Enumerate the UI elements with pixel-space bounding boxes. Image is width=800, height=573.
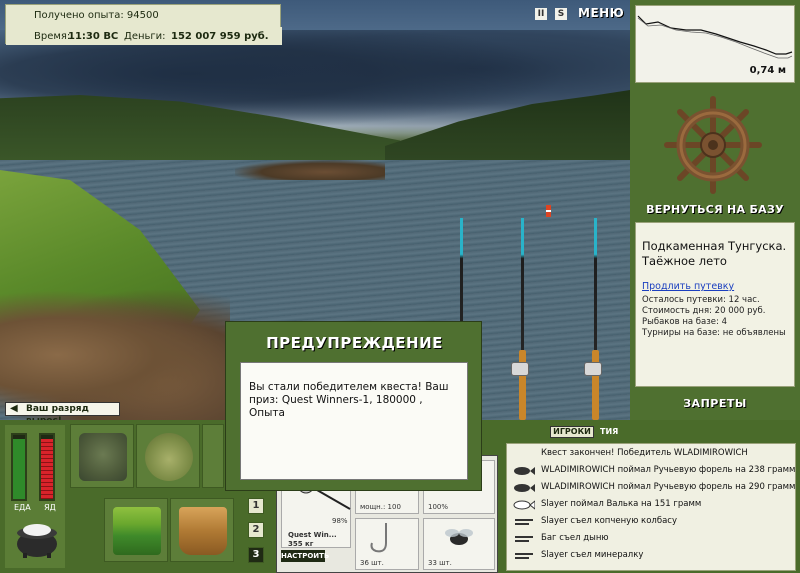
inventory-slot-sack[interactable] bbox=[136, 424, 200, 488]
shore-rocks bbox=[0, 290, 230, 420]
fly-bait-icon bbox=[445, 529, 473, 545]
sound-button[interactable]: S bbox=[555, 8, 567, 20]
menu-button[interactable]: МЕНЮ bbox=[578, 6, 624, 20]
food-label: ЕДА bbox=[14, 503, 31, 512]
rod-handle-3 bbox=[592, 350, 599, 420]
status-meters: ЕДА ЯД bbox=[5, 425, 65, 568]
inventory-slot-bag[interactable] bbox=[70, 424, 134, 488]
log-entry: Slayer поймал Валька на 151 грамм bbox=[507, 497, 797, 513]
bans-button[interactable]: ЗАПРЕТЫ bbox=[630, 397, 800, 410]
depth-value: 0,74 м bbox=[749, 65, 786, 76]
eat-icon bbox=[515, 519, 533, 525]
rod-handle-2 bbox=[519, 350, 526, 420]
bait-slot[interactable]: 33 шт. bbox=[423, 518, 495, 570]
log-entry: WLADIMIROWICH поймал Ручьевую форель на … bbox=[507, 463, 797, 479]
dialog-title: ПРЕДУПРЕЖДЕНИЕ bbox=[266, 334, 443, 352]
log-text: Slayer съел минералку bbox=[541, 550, 644, 560]
status-hud: Получено опыта: 94500 Время: 11:30 ВС Де… bbox=[5, 4, 282, 45]
inventory-slot-bucket[interactable] bbox=[170, 498, 234, 562]
inventory-slot-partial[interactable] bbox=[202, 424, 224, 488]
tab-events[interactable]: ТИЯ bbox=[600, 426, 618, 438]
return-to-base-button[interactable]: ВЕРНУТЬСЯ НА БАЗУ bbox=[630, 203, 800, 216]
log-entry: Slayer съел копченую колбасу bbox=[507, 514, 797, 530]
poison-label: ЯД bbox=[44, 503, 56, 512]
inventory-page-2[interactable]: 2 bbox=[248, 522, 264, 538]
rod-percent: 98% bbox=[332, 517, 348, 525]
log-text: WLADIMIROWICH поймал Ручьевую форель на … bbox=[541, 465, 796, 475]
fishers-count: Рыбаков на базе: 4 bbox=[642, 317, 727, 327]
sack-icon bbox=[145, 433, 193, 481]
wooden-bucket-icon bbox=[179, 507, 227, 555]
reel-2 bbox=[511, 362, 529, 376]
hook-icon bbox=[370, 523, 387, 553]
tab-players[interactable]: ИГРОКИ bbox=[550, 426, 594, 438]
log-text: Slayer поймал Валька на 151 грамм bbox=[541, 499, 702, 509]
setup-tackle-button[interactable]: НАСТРОИТЬ bbox=[281, 550, 329, 562]
tackle-bag-icon bbox=[79, 433, 127, 481]
hook-slot[interactable]: 36 шт. bbox=[355, 518, 419, 570]
reel-3 bbox=[584, 362, 602, 376]
depth-chart: 0,74 м bbox=[635, 5, 795, 83]
time-value: 11:30 ВС bbox=[68, 31, 119, 42]
eat-icon bbox=[515, 536, 533, 542]
bait-count: 33 шт. bbox=[428, 559, 452, 567]
eat-icon bbox=[515, 553, 533, 559]
log-entry: Квест закончен! Победитель WLADIMIROWICH bbox=[507, 446, 797, 462]
inventory-page-1[interactable]: 1 bbox=[248, 498, 264, 514]
log-text: Квест закончен! Победитель WLADIMIROWICH bbox=[541, 448, 748, 458]
rod-weight: 355 кг bbox=[288, 540, 314, 548]
fishing-float bbox=[546, 205, 551, 217]
power-label: мощн.: 100 bbox=[360, 503, 401, 511]
log-text: WLADIMIROWICH поймал Ручьевую форель на … bbox=[541, 482, 796, 492]
fish-icon bbox=[514, 484, 535, 492]
vegetable-basket-icon bbox=[113, 507, 161, 555]
log-entry: Slayer съел минералку bbox=[507, 548, 797, 564]
log-text: Slayer съел копченую колбасу bbox=[541, 516, 677, 526]
money-label: Деньги: bbox=[124, 31, 166, 42]
inventory-page-3[interactable]: 3 bbox=[248, 547, 264, 563]
power-percent: 100% bbox=[428, 503, 449, 511]
rank-notification[interactable]: ◀ Ваш разряд вырос! bbox=[5, 402, 120, 426]
rod-name: Quest Win... bbox=[288, 531, 337, 539]
dialog-message: Вы стали победителем квеста! Ваш приз: Q… bbox=[240, 362, 468, 480]
tournaments-status: Турниры на базе: не объявлены bbox=[642, 328, 786, 338]
log-entry: WLADIMIROWICH поймал Ручьевую форель на … bbox=[507, 480, 797, 496]
rank-up-icon: ◀ bbox=[10, 403, 18, 414]
day-cost: Стоимость дня: 20 000 руб. bbox=[642, 306, 766, 316]
ship-wheel-icon[interactable] bbox=[663, 95, 763, 195]
poison-meter bbox=[39, 433, 55, 501]
time-label: Время: bbox=[34, 31, 71, 42]
log-text: Баг съел дыню bbox=[541, 533, 609, 543]
rocky-island bbox=[235, 160, 385, 180]
experience-text: Получено опыта: 94500 bbox=[34, 10, 159, 21]
event-log: Квест закончен! Победитель WLADIMIROWICH… bbox=[506, 443, 796, 571]
pause-button[interactable]: II bbox=[535, 8, 547, 20]
trip-remaining: Осталось путевки: 12 час. bbox=[642, 295, 760, 305]
fish-icon bbox=[513, 500, 535, 510]
inventory-slot-vegetables[interactable] bbox=[104, 498, 168, 562]
log-entry: Баг съел дыню bbox=[507, 531, 797, 547]
hook-count: 36 шт. bbox=[360, 559, 384, 567]
food-meter bbox=[11, 433, 27, 501]
money-value: 152 007 959 руб. bbox=[171, 31, 269, 42]
cauldron-icon[interactable] bbox=[13, 517, 61, 559]
location-info: Подкаменная Тунгуска. Таёжное лето Продл… bbox=[635, 222, 795, 387]
extend-trip-link[interactable]: Продлить путевку bbox=[642, 281, 734, 292]
fish-icon bbox=[514, 467, 535, 475]
warning-dialog[interactable]: ПРЕДУПРЕЖДЕНИЕ Вы стали победителем квес… bbox=[225, 321, 482, 491]
location-name: Подкаменная Тунгуска. Таёжное лето bbox=[642, 239, 787, 268]
right-panel: 0,74 м ВЕРНУТЬСЯ НА БАЗУ Подкаменная Тун… bbox=[630, 0, 800, 420]
events-panel: ИГРОКИ ТИЯ Квест закончен! Победитель WL… bbox=[502, 420, 800, 573]
